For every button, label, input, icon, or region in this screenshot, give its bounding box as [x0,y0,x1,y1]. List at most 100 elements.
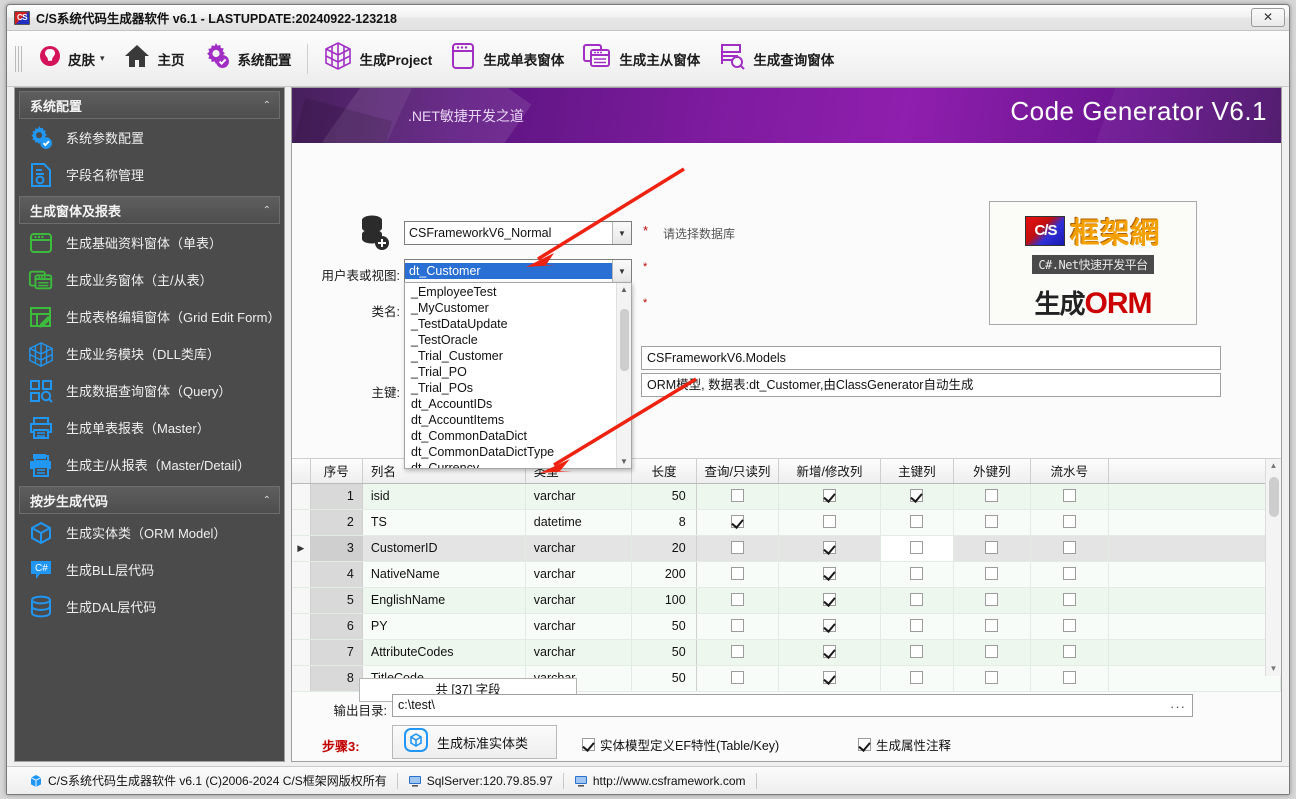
option-ef-attributes[interactable]: 实体模型定义EF特性(Table/Key) [582,735,779,754]
toolbar-sysconfig-button[interactable]: 系统配置 [194,37,301,81]
dropdown-option[interactable]: dt_Currency [405,460,616,468]
dropdown-option[interactable]: dt_CommonDataDictType [405,444,616,460]
insert-update-checkbox-cell[interactable] [778,535,881,562]
sidebar-item-system-params[interactable]: 系统参数配置 [15,119,284,156]
checkbox-icon[interactable] [822,593,836,606]
grid-header-cell[interactable]: 主键列 [880,459,955,484]
column-length-cell[interactable]: 50 [631,665,697,692]
query-readonly-checkbox-cell[interactable] [696,587,780,614]
checkbox-icon[interactable] [985,541,999,554]
checkbox-icon[interactable] [1062,619,1076,632]
table-row[interactable]: 6 PY varchar 50 [292,613,1281,640]
checkbox-icon[interactable] [822,671,836,684]
column-name-cell[interactable]: TS [362,509,526,536]
serial-number-checkbox-cell[interactable] [1030,509,1109,536]
serial-number-checkbox-cell[interactable] [1030,639,1109,666]
toolbar-generate-project-button[interactable]: 生成Project [314,37,442,81]
scroll-thumb[interactable] [620,309,629,371]
checkbox-icon[interactable] [1062,645,1076,658]
grid-header-cell[interactable]: 外键列 [953,459,1031,484]
scroll-thumb[interactable] [1269,477,1279,517]
sidebar-item-query-form[interactable]: 生成数据查询窗体（Query） [15,372,284,409]
checkbox-icon[interactable] [730,645,744,658]
foreign-key-checkbox-cell[interactable] [953,483,1031,510]
table-row[interactable]: 4 NativeName varchar 200 [292,561,1281,588]
output-dir-field[interactable]: c:\test\ ··· [392,694,1193,717]
grid-header-cell[interactable]: 查询/只读列 [696,459,780,484]
serial-number-checkbox-cell[interactable] [1030,665,1109,692]
foreign-key-checkbox-cell[interactable] [953,613,1031,640]
sidebar-item-business-form[interactable]: 生成业务窗体（主/从表） [15,261,284,298]
column-type-cell[interactable]: varchar [525,639,633,666]
checkbox-icon[interactable] [730,619,744,632]
table-row[interactable]: ▶ 3 CustomerID varchar 20 [292,535,1281,562]
primary-key-checkbox-cell[interactable] [880,483,955,510]
column-length-cell[interactable]: 100 [631,587,697,614]
query-readonly-checkbox-cell[interactable] [696,561,780,588]
dropdown-option[interactable]: _Trial_Customer [405,348,616,364]
query-readonly-checkbox-cell[interactable] [696,509,780,536]
foreign-key-checkbox-cell[interactable] [953,639,1031,666]
foreign-key-checkbox-cell[interactable] [953,509,1031,536]
checkbox-icon[interactable] [858,738,871,751]
toolbar-grip[interactable] [15,45,24,72]
checkbox-icon[interactable] [822,515,836,528]
dropdown-option[interactable]: dt_CommonDataDict [405,428,616,444]
insert-update-checkbox-cell[interactable] [778,587,881,614]
table-row[interactable]: 7 AttributeCodes varchar 50 [292,639,1281,666]
checkbox-icon[interactable] [910,567,924,580]
chevron-down-icon[interactable]: ▼ [612,222,631,244]
toolbar-single-form-button[interactable]: 生成单表窗体 [441,37,573,81]
query-readonly-checkbox-cell[interactable] [696,535,780,562]
dropdown-option[interactable]: _Trial_PO [405,364,616,380]
dropdown-option[interactable]: dt_AccountItems [405,412,616,428]
checkbox-icon[interactable] [985,645,999,658]
column-name-cell[interactable]: AttributeCodes [362,639,526,666]
checkbox-icon[interactable] [582,738,595,751]
checkbox-icon[interactable] [985,489,999,502]
browse-button[interactable]: ··· [1170,696,1186,717]
sidebar-item-basic-form[interactable]: 生成基础资料窗体（单表） [15,224,284,261]
checkbox-icon[interactable] [730,541,744,554]
checkbox-icon[interactable] [910,645,924,658]
grid-header-cell[interactable] [1108,459,1281,484]
checkbox-icon[interactable] [1062,593,1076,606]
grid-header-cell[interactable]: 长度 [631,459,697,484]
primary-key-checkbox-cell[interactable] [880,587,955,614]
table-row[interactable]: 2 TS datetime 8 [292,509,1281,536]
grid-header-cell[interactable]: 新增/修改列 [778,459,881,484]
dropdown-scrollbar[interactable]: ▲ ▼ [616,283,631,468]
dropdown-option[interactable]: _TestDataUpdate [405,316,616,332]
column-type-cell[interactable]: varchar [525,587,633,614]
checkbox-icon[interactable] [822,567,836,580]
grid-header-cell[interactable]: 序号 [310,459,363,484]
column-length-cell[interactable]: 50 [631,613,697,640]
dropdown-option[interactable]: _EmployeeTest [405,284,616,300]
dropdown-option[interactable]: _Trial_POs [405,380,616,396]
close-button[interactable]: ✕ [1251,8,1285,27]
primary-key-checkbox-cell[interactable] [880,613,955,640]
table-row[interactable]: 1 isid varchar 50 [292,483,1281,510]
table-dropdown-list[interactable]: _EmployeeTest _MyCustomer _TestDataUpdat… [404,282,632,469]
checkbox-icon[interactable] [910,593,924,606]
table-combo[interactable]: dt_Customer ▼ [404,259,632,283]
serial-number-checkbox-cell[interactable] [1030,587,1109,614]
column-name-cell[interactable]: PY [362,613,526,640]
sidebar-item-business-module[interactable]: 生成业务模块（DLL类库） [15,335,284,372]
sidebar-item-orm-model[interactable]: 生成实体类（ORM Model） [15,514,284,551]
column-length-cell[interactable]: 8 [631,509,697,536]
checkbox-icon[interactable] [730,515,744,528]
checkbox-icon[interactable] [910,515,924,528]
foreign-key-checkbox-cell[interactable] [953,587,1031,614]
checkbox-icon[interactable] [822,541,836,554]
checkbox-icon[interactable] [730,671,744,684]
status-website[interactable]: http://www.csframework.com [564,772,756,790]
checkbox-icon[interactable] [1062,489,1076,502]
generate-entity-button[interactable]: 生成标准实体类 [392,725,557,759]
insert-update-checkbox-cell[interactable] [778,613,881,640]
checkbox-icon[interactable] [985,515,999,528]
column-name-cell[interactable]: isid [362,483,526,510]
grid-vertical-scrollbar[interactable]: ▲ ▼ [1265,459,1281,676]
checkbox-icon[interactable] [1062,541,1076,554]
column-name-cell[interactable]: NativeName [362,561,526,588]
